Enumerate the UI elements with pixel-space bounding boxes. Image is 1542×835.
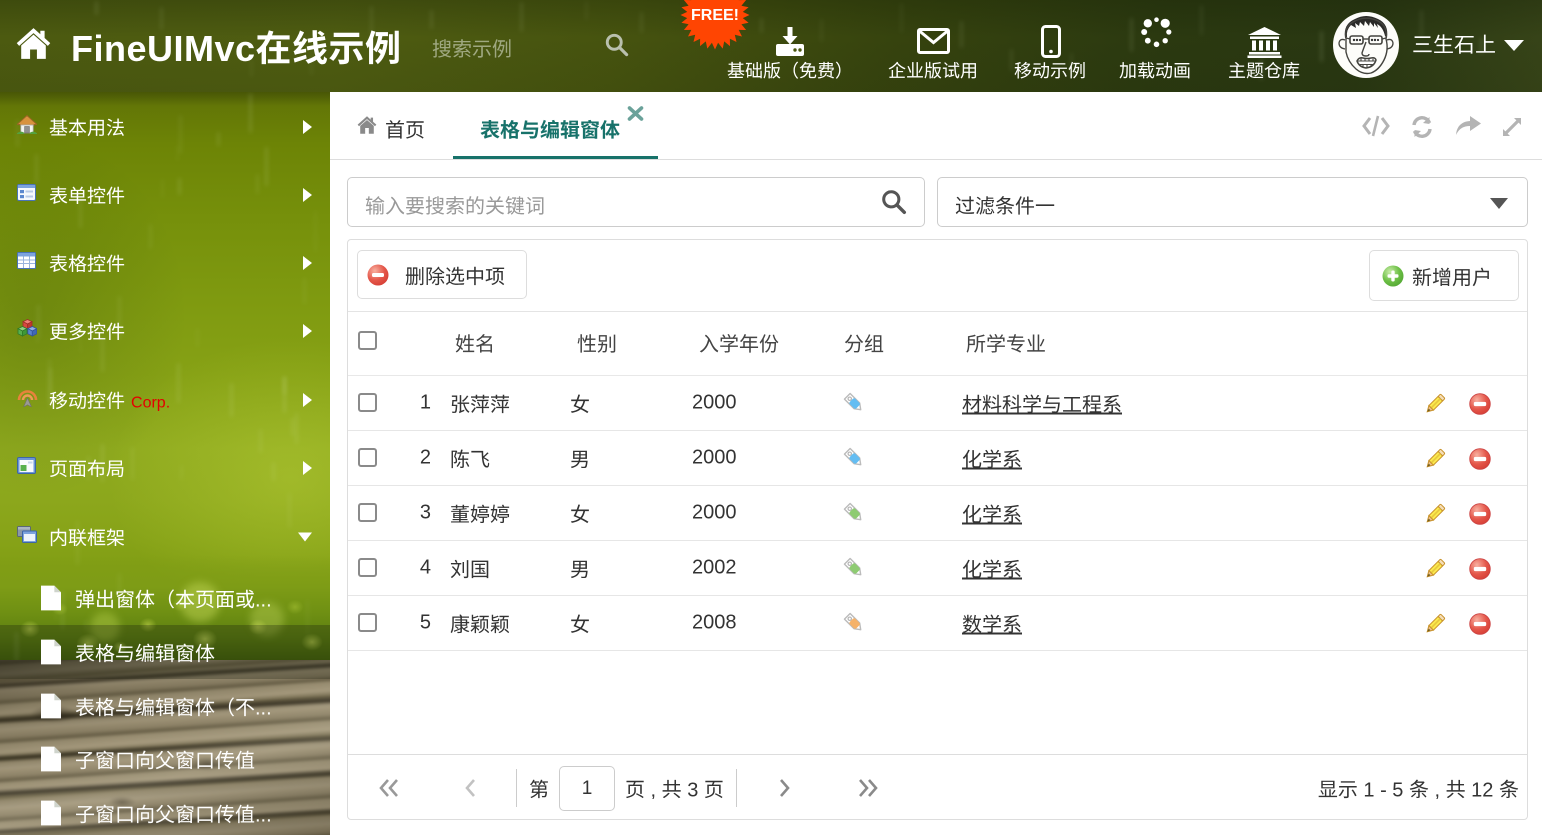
- svg-text:FREE!: FREE!: [691, 7, 739, 24]
